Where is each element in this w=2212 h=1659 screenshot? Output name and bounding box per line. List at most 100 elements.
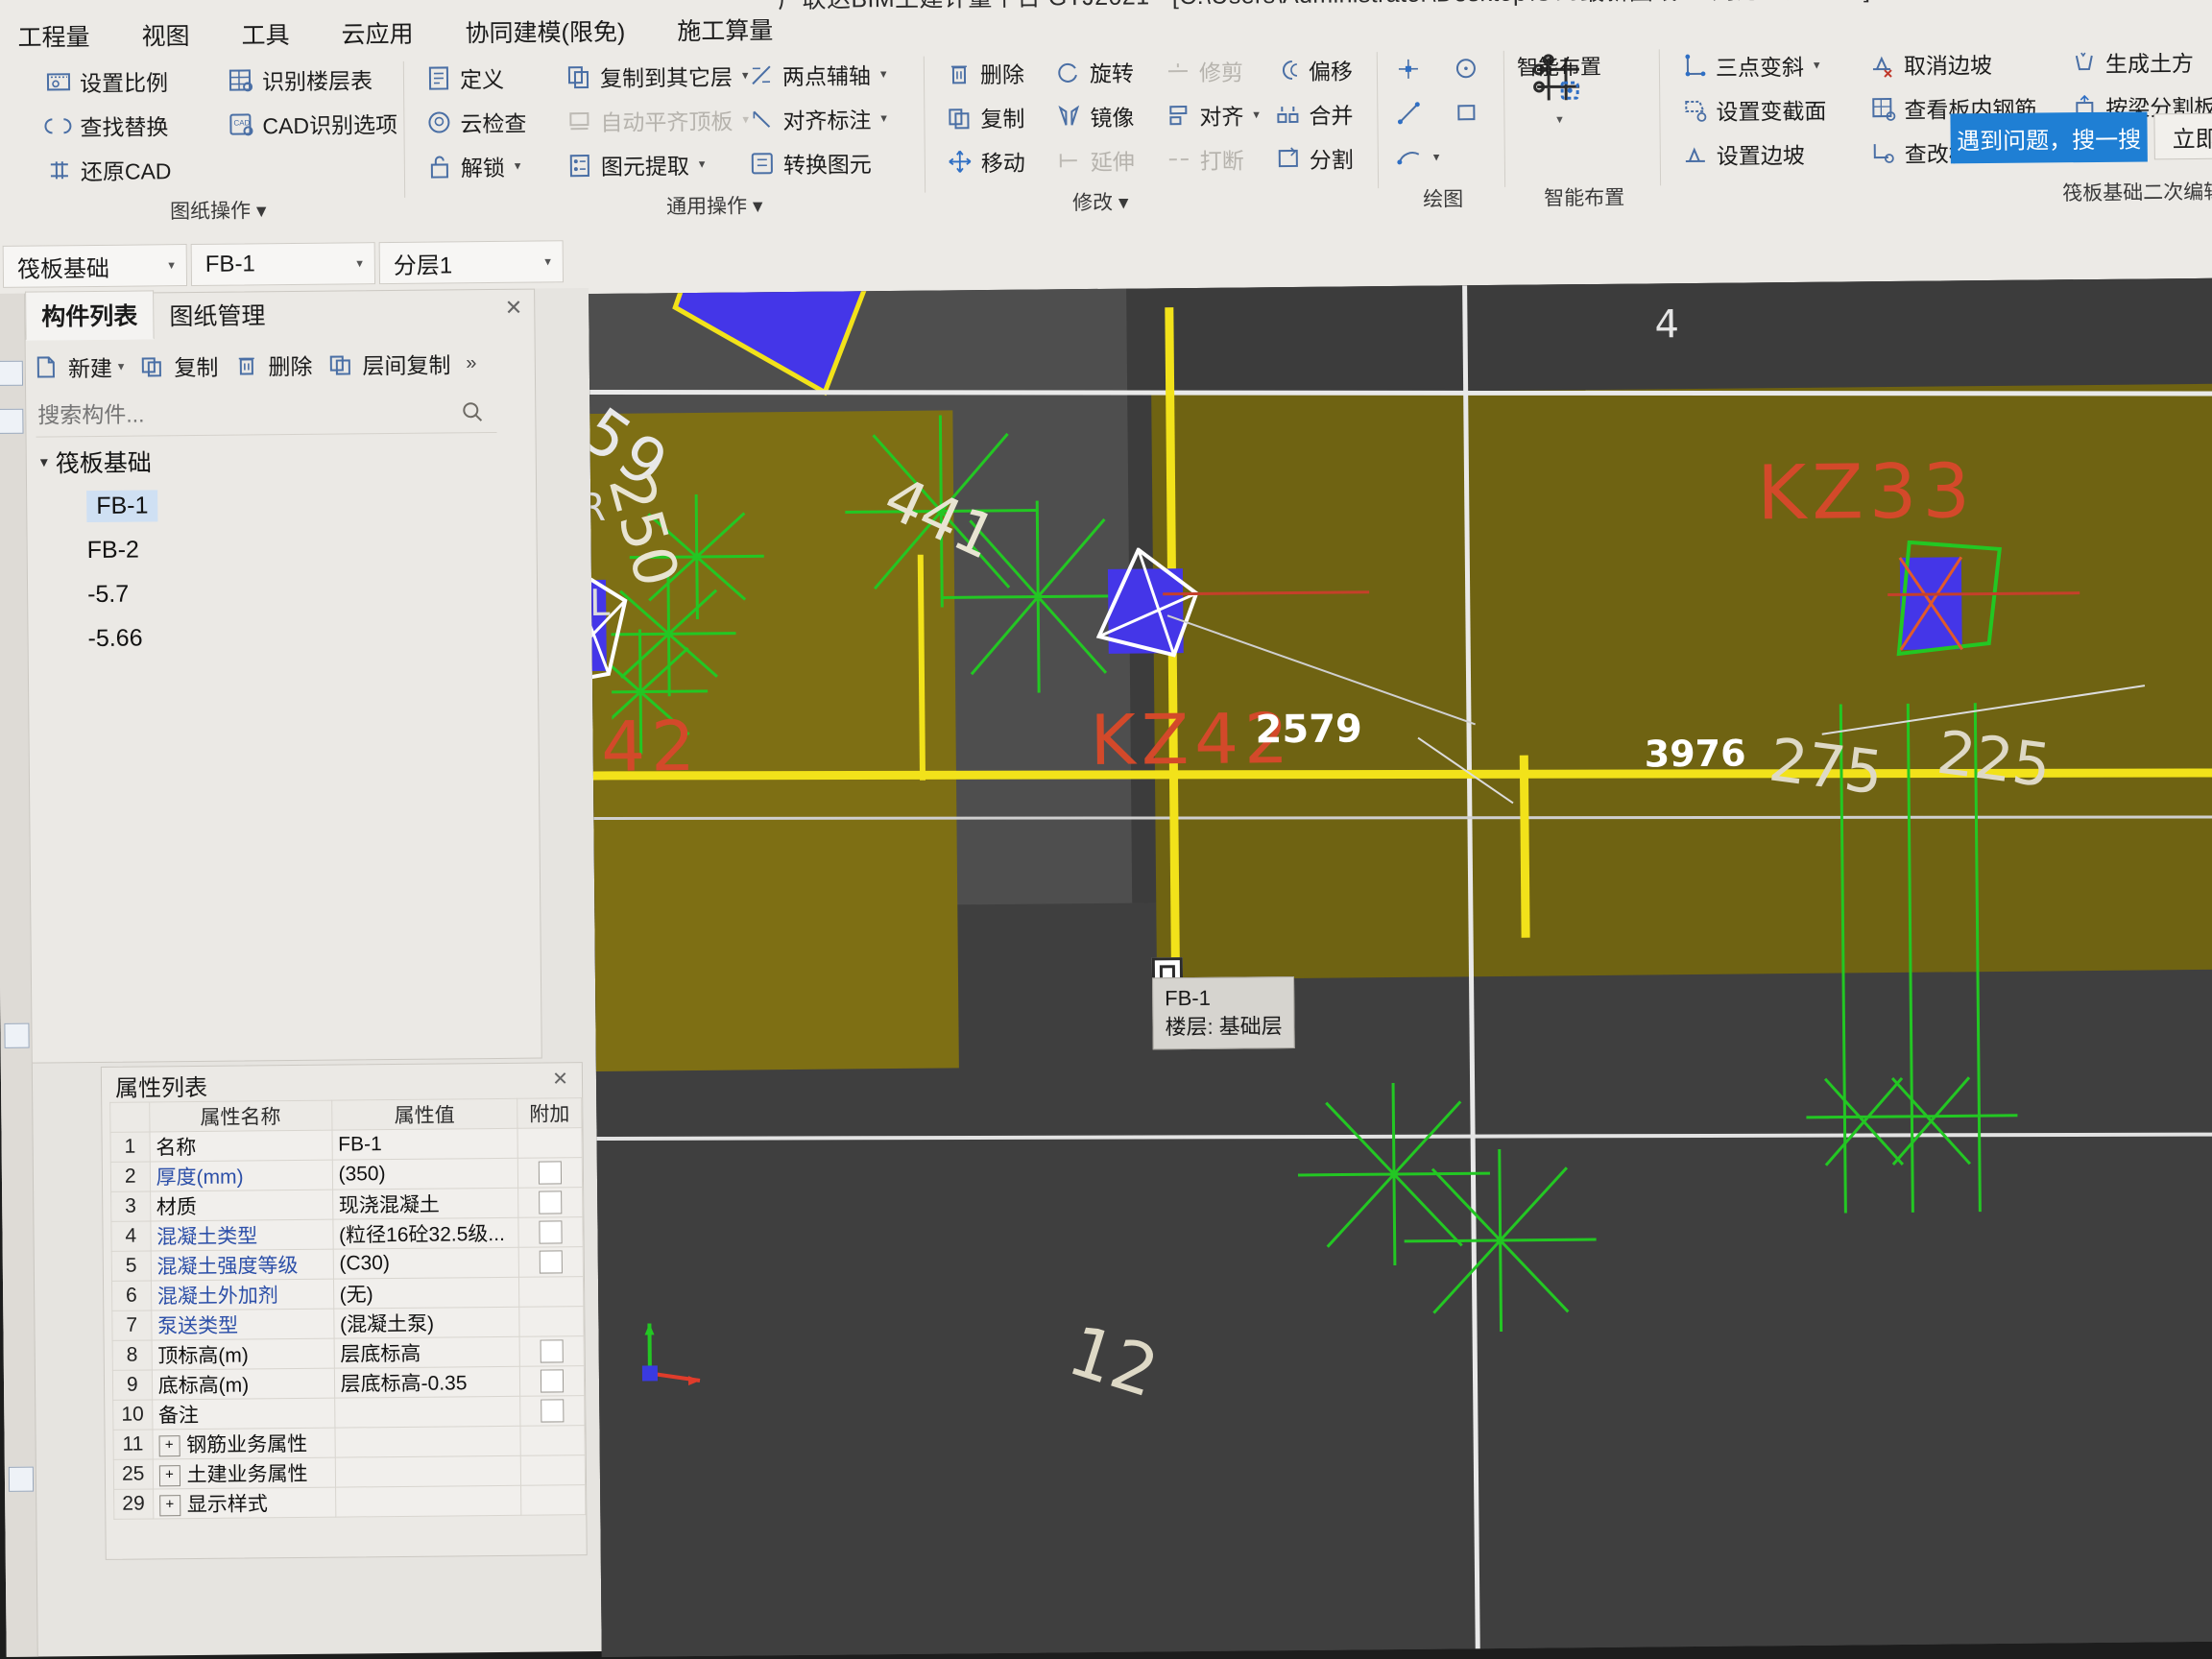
attach-checkbox[interactable] xyxy=(538,1161,563,1185)
quick-access-toolbar[interactable]: ⌄ xyxy=(0,0,397,2)
ribbon-button-set-scale[interactable]: 设置比例 xyxy=(39,61,176,101)
chevron-down-icon[interactable]: ▾ xyxy=(515,158,521,174)
ribbon-button-line[interactable] xyxy=(1389,93,1444,132)
chevron-down-icon[interactable]: ▾ xyxy=(356,255,363,271)
delete-component-button[interactable]: 删除 xyxy=(233,349,313,382)
chevron-down-icon[interactable]: ▾ xyxy=(1556,111,1563,127)
menu-item-construction[interactable]: 施工算量 xyxy=(673,10,777,49)
menu-item-tools[interactable]: 工具 xyxy=(237,14,293,54)
table-row[interactable]: 3 材质 现浇混凝土 xyxy=(110,1187,583,1222)
component-panel-tabs[interactable]: 构件列表 图纸管理 xyxy=(25,290,280,341)
ribbon-button-cancel-slope[interactable]: 取消边坡 xyxy=(1863,44,2041,84)
table-row[interactable]: 8 顶标高(m) 层底标高 xyxy=(112,1335,585,1371)
strip-icon-layers[interactable] xyxy=(0,408,24,434)
row-value[interactable]: (无) xyxy=(333,1277,519,1310)
row-value[interactable]: 层底标高-0.35 xyxy=(333,1366,520,1399)
ribbon-button-set-variable-section[interactable]: 设置变截面 xyxy=(1675,90,1831,131)
table-row[interactable]: 25 + 土建业务属性 xyxy=(113,1455,586,1490)
row-value[interactable]: (混凝土泵) xyxy=(333,1307,520,1339)
chevron-down-icon[interactable]: ▾ xyxy=(1814,58,1820,73)
table-row[interactable]: 29 + 显示样式 xyxy=(113,1484,586,1520)
selected-column-right[interactable] xyxy=(1883,540,2018,665)
row-value[interactable]: 现浇混凝土 xyxy=(332,1188,518,1220)
row-attach[interactable] xyxy=(517,1216,584,1248)
ribbon-button-generate-earthwork[interactable]: 生成土方 xyxy=(2065,42,2212,83)
ribbon-button-move[interactable]: 移动 xyxy=(941,142,1030,181)
ribbon-button-element-extract[interactable]: 图元提取 ▾ xyxy=(561,144,755,184)
row-value[interactable]: (350) xyxy=(331,1158,518,1190)
tab-component-list[interactable]: 构件列表 xyxy=(25,290,155,341)
chevron-down-icon[interactable]: ▾ xyxy=(118,359,125,374)
chevron-down-icon[interactable]: ▾ xyxy=(1253,107,1260,122)
table-row[interactable]: 4 混凝土类型 (粒径16砼32.5级... xyxy=(110,1216,584,1252)
chevron-down-icon[interactable]: ▾ xyxy=(1433,150,1440,165)
chevron-down-icon[interactable]: ▾ xyxy=(168,257,175,273)
ribbon-button-cloud-check[interactable]: 云检查 xyxy=(420,103,531,142)
ribbon-button-align-dimension[interactable]: 对齐标注 ▾ xyxy=(742,99,892,138)
attach-checkbox[interactable] xyxy=(541,1399,565,1423)
chevron-down-icon[interactable]: ▾ xyxy=(880,66,887,82)
attach-checkbox[interactable] xyxy=(539,1190,563,1214)
row-value[interactable]: FB-1 xyxy=(331,1128,518,1161)
ribbon-button-set-slope[interactable]: 设置边坡 xyxy=(1676,134,1832,175)
strip-icon-filter[interactable] xyxy=(4,1022,30,1048)
strip-icon-navigator[interactable] xyxy=(0,360,24,386)
now-button[interactable]: 立即 xyxy=(2153,112,2212,160)
menu-item-gcl[interactable]: 工程量 xyxy=(13,16,93,56)
ribbon-button-copy-to-other-floor[interactable]: 复制到其它层 ▾ xyxy=(560,56,754,96)
table-row[interactable]: 5 混凝土强度等级 (C30) xyxy=(111,1246,584,1282)
chevron-down-icon[interactable]: ▾ xyxy=(40,452,48,471)
row-attach[interactable] xyxy=(517,1187,583,1218)
row-name[interactable]: + 钢筋业务属性 xyxy=(152,1428,335,1459)
copy-between-floors-button[interactable]: 层间复制 xyxy=(327,347,451,380)
attach-checkbox[interactable] xyxy=(539,1250,563,1274)
tab-drawing-manage[interactable]: 图纸管理 xyxy=(154,291,280,339)
table-row[interactable]: 7 泵送类型 (混凝土泵) xyxy=(111,1306,585,1341)
ribbon-button-point[interactable] xyxy=(1389,49,1444,88)
ribbon-button-rotate[interactable]: 旋转 xyxy=(1049,53,1139,92)
row-attach[interactable] xyxy=(519,1335,585,1367)
help-search-button[interactable]: 遇到问题，搜一搜 xyxy=(1950,111,2148,164)
table-row[interactable]: 6 混凝土外加剂 (无) xyxy=(111,1276,584,1311)
table-row[interactable]: 11 + 钢筋业务属性 xyxy=(112,1425,586,1460)
row-name[interactable]: + 土建业务属性 xyxy=(152,1457,336,1489)
row-attach[interactable] xyxy=(517,1157,583,1189)
ribbon-group-caption[interactable]: 修改 ▾ xyxy=(1004,186,1196,217)
chevron-down-icon[interactable]: ▾ xyxy=(544,253,551,269)
attach-checkbox[interactable] xyxy=(540,1369,565,1393)
ribbon-button-smart-layout[interactable]: 智能布置 ▾ xyxy=(1517,50,1601,128)
attach-checkbox[interactable] xyxy=(540,1339,564,1363)
component-search[interactable] xyxy=(36,389,497,438)
expand-icon[interactable]: + xyxy=(158,1465,180,1487)
tree-item-elev-57[interactable]: -5.7 xyxy=(41,568,464,616)
menu-item-cloud[interactable]: 云应用 xyxy=(337,13,417,53)
row-value[interactable]: (粒径16砼32.5级... xyxy=(332,1217,519,1250)
ribbon-button-define[interactable]: 定义 xyxy=(420,59,531,98)
ribbon-button-two-point-axis[interactable]: 两点辅轴 ▾ xyxy=(742,55,892,94)
row-attach[interactable] xyxy=(518,1246,584,1278)
ribbon-button-rect[interactable] xyxy=(1447,93,1485,132)
row-value[interactable]: (C30) xyxy=(332,1247,519,1280)
ribbon-button-three-point-slope[interactable]: 三点变斜 ▾ xyxy=(1675,46,1831,86)
ribbon-button-restore-cad[interactable]: 还原CAD xyxy=(40,150,177,189)
table-row[interactable]: 10 备注 xyxy=(112,1395,585,1431)
component-panel-toolbar[interactable]: 新建 ▾ 复制 删除 层间复制 » xyxy=(34,340,477,390)
ribbon-button-convert-element[interactable]: 转换图元 xyxy=(743,143,893,182)
ribbon-button-unlock[interactable]: 解锁 ▾ xyxy=(421,147,532,186)
ribbon-group-caption[interactable]: 图纸操作 ▾ xyxy=(31,194,405,227)
ribbon-button-mirror[interactable]: 镜像 xyxy=(1049,97,1139,136)
strip-icon-report[interactable] xyxy=(8,1466,35,1492)
component-tree[interactable]: ▾ 筏板基础 FB-1 FB-2 -5.7 -5.66 xyxy=(40,436,465,661)
toolbar-overflow-button[interactable]: » xyxy=(466,352,476,374)
table-row[interactable]: 1 名称 FB-1 xyxy=(109,1127,583,1163)
expand-icon[interactable]: + xyxy=(158,1435,180,1457)
ribbon-button-merge[interactable]: 合并 xyxy=(1268,94,1358,133)
component-name-dropdown[interactable]: FB-1 ▾ xyxy=(190,242,376,287)
ribbon-button-offset[interactable]: 偏移 xyxy=(1268,50,1358,89)
search-icon[interactable] xyxy=(460,399,485,429)
tree-node-raft-foundation[interactable]: ▾ 筏板基础 xyxy=(40,436,463,484)
copy-component-button[interactable]: 复制 xyxy=(139,349,219,383)
ribbon-button-delete[interactable]: 删除 xyxy=(940,54,1029,93)
close-icon[interactable]: ✕ xyxy=(505,296,523,321)
ribbon-button-find-replace[interactable]: 查找替换 xyxy=(39,106,176,145)
